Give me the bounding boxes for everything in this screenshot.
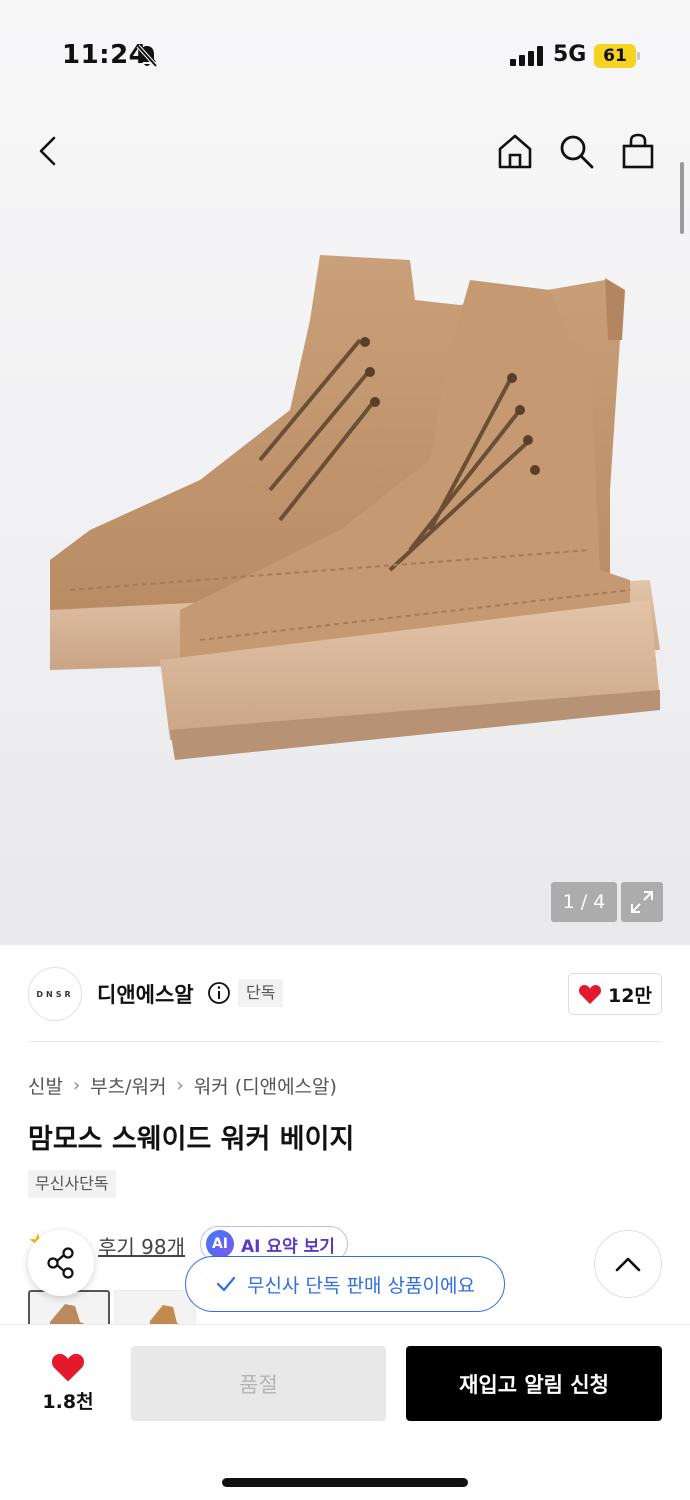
wishlist-button[interactable]: 1.8천 [28, 1349, 108, 1419]
ai-badge-icon: AI [206, 1230, 234, 1258]
brand-logo[interactable]: DNSR [28, 967, 82, 1021]
chevron-up-icon [615, 1257, 641, 1272]
heart-icon [51, 1353, 85, 1382]
share-button[interactable] [28, 1230, 94, 1296]
home-button[interactable] [492, 128, 538, 174]
brand-name[interactable]: 디앤에스알 [97, 979, 194, 1009]
network-type: 5G [553, 42, 587, 67]
shopping-bag-icon [622, 133, 654, 169]
search-button[interactable] [553, 128, 599, 174]
breadcrumb-item-boots[interactable]: 부츠/워커 [90, 1072, 166, 1099]
product-image[interactable] [30, 230, 670, 790]
expand-button[interactable] [621, 882, 663, 922]
product-gallery[interactable]: 11:24 5G 61 1 / 4 [0, 0, 690, 945]
bottom-purchase-bar: 1.8천 품절 재입고 알림 신청 [0, 1324, 690, 1500]
home-icon [498, 134, 532, 169]
share-icon [47, 1247, 74, 1279]
soldout-button[interactable]: 품절 [131, 1346, 386, 1421]
brand-like-button[interactable]: 12만 [568, 973, 662, 1015]
divider [28, 1041, 662, 1042]
info-icon[interactable] [207, 981, 231, 1009]
thumbnail-item[interactable] [114, 1290, 196, 1326]
brand-row: DNSR 디앤에스알 단독 12만 [0, 945, 690, 1041]
home-indicator[interactable] [222, 1478, 468, 1487]
chevron-right-icon: › [176, 1075, 184, 1096]
thumbnail-item[interactable] [28, 1290, 110, 1326]
restock-alert-button[interactable]: 재입고 알림 신청 [406, 1346, 662, 1421]
wishlist-count: 1.8천 [42, 1391, 94, 1413]
search-icon [560, 135, 594, 169]
scroll-top-button[interactable] [594, 1230, 662, 1298]
cellular-signal-icon [510, 46, 543, 66]
review-link[interactable]: 후기 98개 [98, 1231, 185, 1260]
chevron-left-icon [39, 136, 56, 166]
ai-summary-label: AI 요약 보기 [241, 1236, 335, 1257]
musinsa-exclusive-tag: 무신사단독 [28, 1170, 116, 1198]
gallery-counter: 1 / 4 [551, 882, 617, 922]
bell-muted-icon [136, 44, 158, 72]
cart-button[interactable] [615, 128, 661, 174]
scrollbar[interactable] [680, 162, 684, 234]
brand-like-count: 12만 [608, 984, 652, 1007]
product-title: 맘모스 스웨이드 워커 베이지 [28, 1124, 355, 1155]
breadcrumb: 신발 › 부츠/워커 › 워커 (디앤에스알) [28, 1072, 337, 1099]
chevron-right-icon: › [72, 1075, 81, 1096]
breadcrumb-item-walker[interactable]: 워커 (디앤에스알) [194, 1072, 337, 1099]
exclusive-toast: 무신사 단독 판매 상품이에요 [185, 1256, 505, 1312]
battery-tip [637, 52, 640, 60]
check-icon [216, 1276, 236, 1292]
status-bar: 11:24 5G 61 [0, 0, 690, 110]
battery-icon: 61 [594, 44, 636, 68]
exclusive-tag: 단독 [238, 979, 284, 1007]
back-button[interactable] [25, 128, 71, 174]
expand-icon [631, 891, 653, 913]
heart-icon [579, 985, 602, 1004]
toast-message: 무신사 단독 판매 상품이에요 [247, 1274, 475, 1297]
status-time: 11:24 [62, 40, 148, 70]
breadcrumb-item-shoes[interactable]: 신발 [28, 1072, 63, 1099]
